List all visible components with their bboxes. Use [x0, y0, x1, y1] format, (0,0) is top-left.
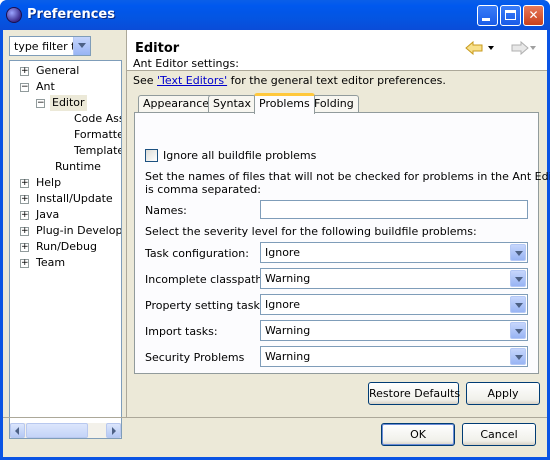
import-tasks-select[interactable]: Warning — [260, 320, 528, 341]
cancel-button[interactable]: Cancel — [462, 423, 536, 446]
incomplete-classpath-select[interactable]: Warning — [260, 268, 528, 289]
footer-divider — [3, 417, 547, 418]
tab-problems[interactable]: Problems — [254, 93, 315, 114]
filter-combo[interactable]: type filter t — [9, 36, 91, 56]
security-problems-label: Security Problems — [145, 351, 245, 364]
chevron-down-icon[interactable] — [510, 348, 526, 365]
apply-button[interactable]: Apply — [466, 382, 540, 405]
filter-input[interactable]: type filter t — [14, 40, 75, 53]
select-value: Warning — [265, 272, 311, 285]
scroll-right-icon[interactable] — [106, 423, 121, 438]
expand-icon[interactable]: + — [20, 259, 29, 268]
text-editors-link[interactable]: 'Text Editors' — [157, 74, 227, 87]
scrollbar-thumb[interactable] — [26, 423, 88, 438]
minimize-icon — [482, 18, 490, 21]
maximize-icon — [505, 10, 516, 20]
forward-arrow-icon[interactable] — [509, 40, 529, 56]
names-description-line-1: Set the names of files that will not be … — [145, 170, 550, 183]
forward-history-dropdown-icon[interactable] — [530, 46, 536, 50]
eclipse-icon — [6, 7, 22, 23]
see-suffix: for the general text editor preferences. — [227, 74, 446, 87]
restore-defaults-button[interactable]: Restore Defaults — [368, 382, 460, 405]
title-bar[interactable]: Preferences ✕ — [0, 0, 550, 30]
collapse-icon[interactable]: − — [20, 83, 29, 92]
tab-syntax[interactable]: Syntax — [208, 95, 257, 113]
chevron-down-icon[interactable] — [510, 244, 526, 261]
names-description-line-2: is comma separated: — [145, 183, 261, 196]
back-arrow-icon[interactable] — [465, 40, 485, 56]
back-history-dropdown-icon[interactable] — [488, 46, 494, 50]
ignore-all-problems-label: Ignore all buildfile problems — [163, 149, 317, 162]
tree-item-label: Team — [36, 256, 66, 269]
names-input[interactable] — [260, 200, 528, 219]
expand-icon[interactable]: + — [20, 179, 29, 188]
tree-item-label: Run/Debug — [36, 240, 97, 253]
tree-item-label: Runtime — [55, 160, 101, 173]
tree-item-label: Code Assist — [74, 112, 121, 125]
ok-button[interactable]: OK — [381, 423, 455, 446]
window-title: Preferences — [27, 7, 115, 22]
page-title: Editor — [135, 41, 180, 56]
expand-icon[interactable]: + — [20, 243, 29, 252]
ant-editor-settings-label: Ant Editor settings: — [133, 57, 239, 70]
task-configuration-label: Task configuration: — [145, 247, 249, 260]
see-text-editors-line: See 'Text Editors' for the general text … — [133, 74, 446, 87]
expand-icon[interactable]: + — [20, 227, 29, 236]
tab-appearance[interactable]: Appearance — [138, 95, 215, 113]
names-label: Names: — [145, 204, 187, 217]
minimize-button[interactable] — [477, 5, 498, 26]
tree-item-label: Formatter — [74, 128, 121, 141]
select-value: Warning — [265, 324, 311, 337]
select-value: Ignore — [265, 298, 300, 311]
expand-icon[interactable]: + — [20, 67, 29, 76]
security-problems-select[interactable]: Warning — [260, 346, 528, 367]
tree-item-label: Ant — [36, 80, 55, 93]
tree-item-label: Help — [36, 176, 62, 189]
maximize-button[interactable] — [500, 5, 521, 26]
property-setting-tasks-select[interactable]: Ignore — [260, 294, 528, 315]
tree-item-label: Editor — [50, 95, 87, 111]
chevron-down-icon[interactable] — [510, 270, 526, 287]
preferences-window: Preferences ✕ type filter t + General − … — [0, 0, 550, 460]
scroll-left-icon[interactable] — [10, 423, 25, 438]
chevron-down-icon[interactable] — [510, 322, 526, 339]
sash-divider[interactable] — [126, 30, 127, 417]
chevron-down-icon[interactable] — [73, 37, 90, 55]
preference-tree[interactable]: + General − Ant − Editor Code Assist For… — [9, 60, 122, 439]
chevron-down-icon[interactable] — [510, 296, 526, 313]
select-value: Ignore — [265, 246, 300, 259]
header-divider — [127, 70, 547, 71]
expand-icon[interactable]: + — [20, 211, 29, 220]
see-prefix: See — [133, 74, 158, 87]
expand-icon[interactable]: + — [20, 195, 29, 204]
tree-item-label: Install/Update — [36, 192, 113, 205]
close-button[interactable]: ✕ — [523, 5, 544, 26]
ignore-all-problems-checkbox[interactable] — [145, 149, 158, 162]
tree-item-label: Templates — [74, 144, 121, 157]
select-value: Warning — [265, 350, 311, 363]
incomplete-classpath-label: Incomplete classpath: — [145, 273, 267, 286]
collapse-icon[interactable]: − — [36, 99, 45, 108]
tree-item-label: General — [36, 64, 80, 77]
task-configuration-select[interactable]: Ignore — [260, 242, 528, 263]
tree-item-label: Plug-in Development — [36, 224, 122, 237]
severity-description: Select the severity level for the follow… — [145, 225, 477, 238]
tab-folding[interactable]: Folding — [309, 95, 359, 113]
close-icon: ✕ — [528, 8, 539, 22]
tree-item-label: Java — [36, 208, 60, 221]
property-setting-tasks-label: Property setting tasks: — [145, 299, 270, 312]
tree-horizontal-scrollbar[interactable] — [10, 423, 121, 438]
import-tasks-label: Import tasks: — [145, 325, 218, 338]
